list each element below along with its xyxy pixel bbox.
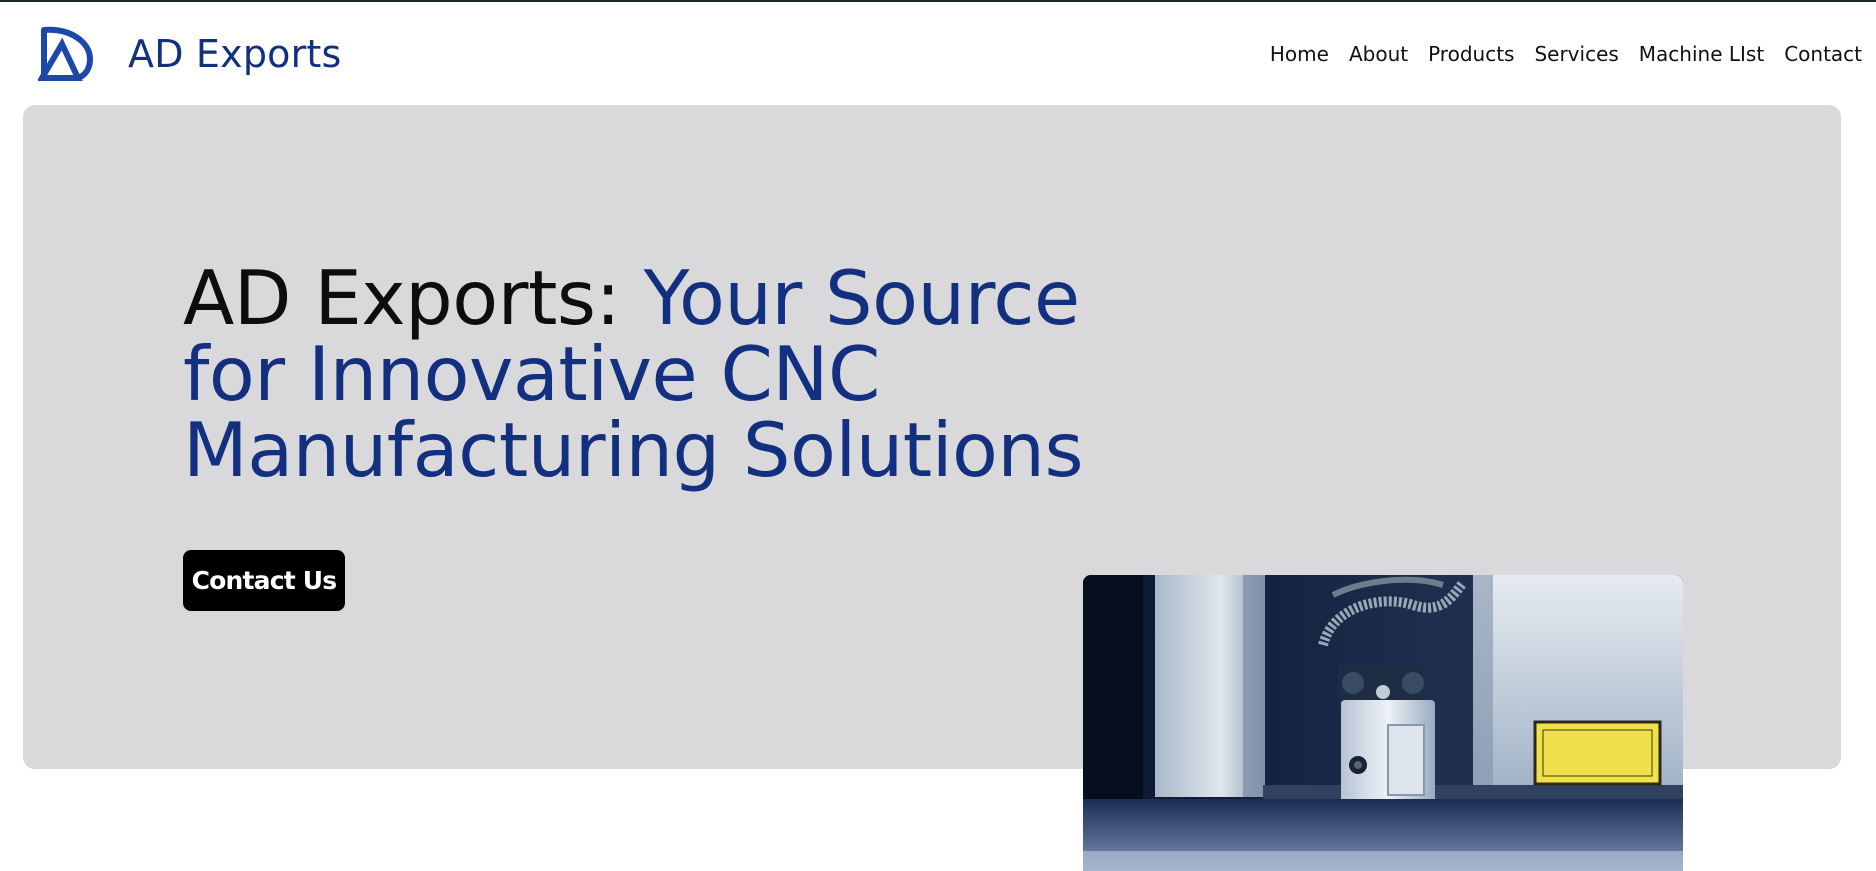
contact-us-button[interactable]: Contact Us (183, 550, 345, 611)
nav-item-machine-list[interactable]: Machine LIst (1639, 42, 1764, 66)
main-nav: Home About Products Services Machine LIs… (1270, 42, 1862, 66)
brand-name[interactable]: AD Exports (128, 32, 342, 76)
hero-headline-lead: AD Exports: (183, 254, 644, 342)
nav-item-products[interactable]: Products (1428, 42, 1514, 66)
ad-monogram-icon[interactable] (38, 26, 94, 82)
site-header: AD Exports Home About Products Services … (0, 2, 1876, 104)
nav-item-contact[interactable]: Contact (1784, 42, 1862, 66)
cnc-laser-machine-photo (1083, 575, 1683, 871)
nav-item-about[interactable]: About (1349, 42, 1408, 66)
hero-headline: AD Exports: Your Source for Innovative C… (183, 260, 1163, 488)
nav-item-home[interactable]: Home (1270, 42, 1329, 66)
nav-item-services[interactable]: Services (1534, 42, 1618, 66)
